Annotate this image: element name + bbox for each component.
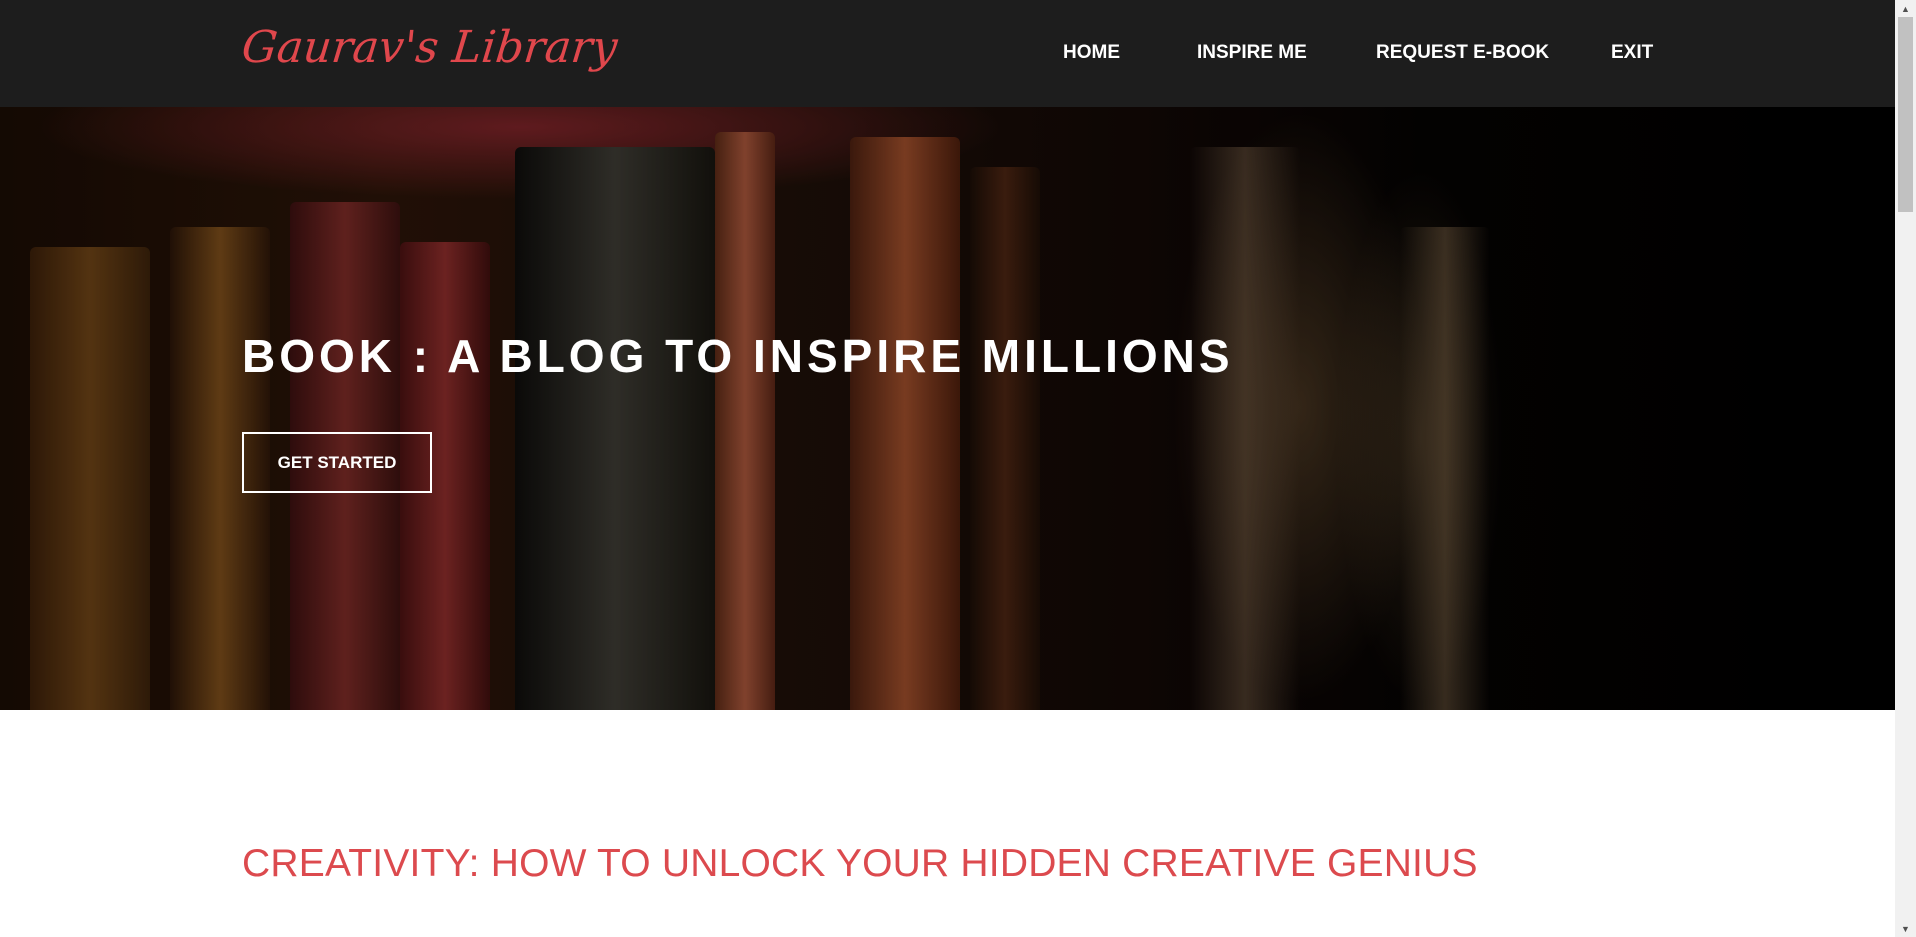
- scroll-up-arrow-icon[interactable]: ▲: [1895, 0, 1916, 17]
- hero-section: BOOK : A BLOG TO INSPIRE MILLIONS GET ST…: [0, 107, 1895, 710]
- hero-title-strong: BOOK :: [242, 330, 433, 382]
- vertical-scrollbar[interactable]: ▲ ▼: [1895, 0, 1916, 937]
- main-nav: HOME INSPIRE ME REQUEST E-BOOK EXIT: [0, 0, 1895, 107]
- nav-request-ebook-link[interactable]: REQUEST E-BOOK: [1376, 42, 1549, 64]
- nav-inspire-me-link[interactable]: INSPIRE ME: [1197, 42, 1307, 64]
- article-title: CREATIVITY: HOW TO UNLOCK YOUR HIDDEN CR…: [242, 842, 1478, 885]
- browser-viewport: Gaurav's Library HOME INSPIRE ME REQUEST…: [0, 0, 1895, 937]
- hero-title-rest: A BLOG TO INSPIRE MILLIONS: [432, 330, 1234, 382]
- hero-overlay: [0, 107, 1895, 710]
- nav-exit-link[interactable]: EXIT: [1611, 42, 1653, 64]
- get-started-button[interactable]: GET STARTED: [242, 432, 432, 493]
- navbar: Gaurav's Library HOME INSPIRE ME REQUEST…: [0, 0, 1895, 107]
- page: Gaurav's Library HOME INSPIRE ME REQUEST…: [0, 0, 1916, 937]
- nav-home-link[interactable]: HOME: [1063, 42, 1120, 64]
- scrollbar-thumb[interactable]: [1898, 17, 1913, 212]
- hero-title: BOOK : A BLOG TO INSPIRE MILLIONS: [242, 329, 1234, 383]
- scroll-down-arrow-icon[interactable]: ▼: [1895, 920, 1916, 937]
